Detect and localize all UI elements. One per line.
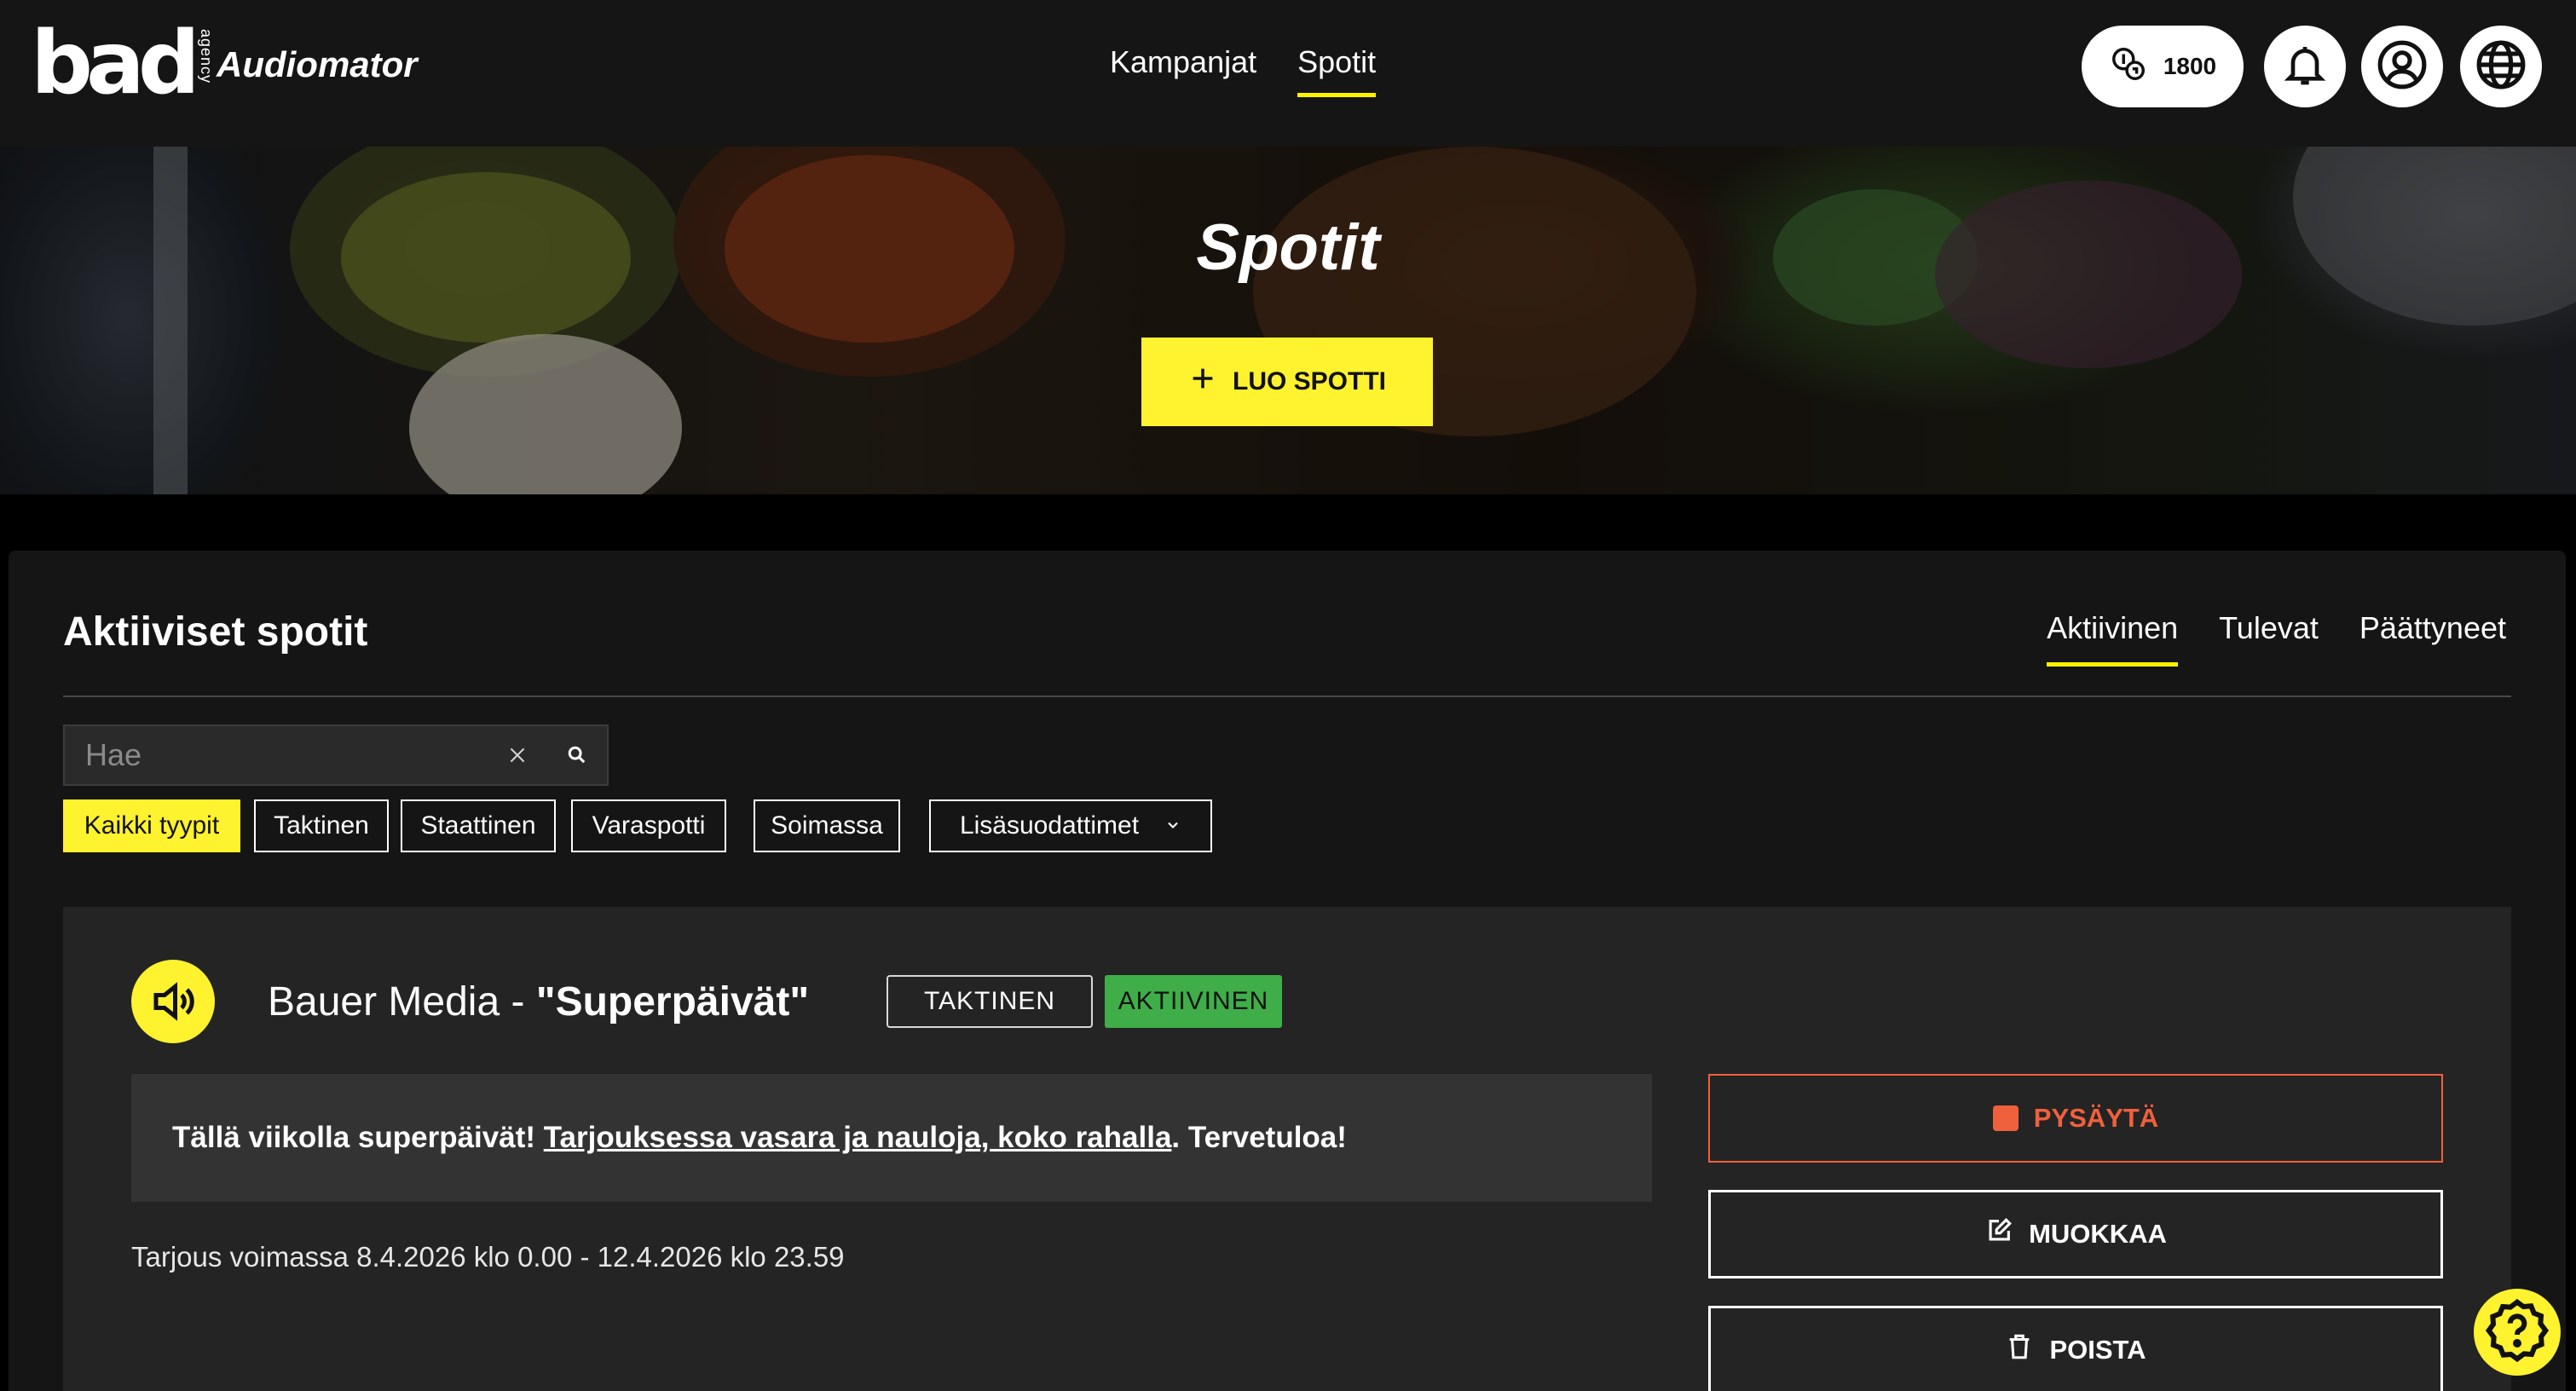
help-button[interactable] — [2474, 1289, 2561, 1376]
filter-staattinen[interactable]: Staattinen — [401, 799, 556, 852]
status-tabs: Aktiivinen Tulevat Päättyneet — [2047, 610, 2506, 667]
speaker-icon — [131, 960, 215, 1043]
search-input[interactable] — [65, 726, 488, 784]
language-button[interactable] — [2460, 26, 2542, 107]
spot-title: Bauer Media - "Superpäivät" — [268, 978, 809, 1025]
tab-aktiivinen[interactable]: Aktiivinen — [2047, 610, 2179, 667]
stop-button[interactable]: PYSÄYTÄ — [1708, 1074, 2443, 1163]
stop-icon — [1992, 1105, 2019, 1131]
app-name: Audiomator — [217, 44, 418, 84]
edit-icon — [1984, 1216, 2013, 1252]
spot-validity: Tarjous voimassa 8.4.2026 klo 0.00 - 12.… — [131, 1241, 845, 1273]
logo-wordmark: bad — [31, 13, 200, 114]
filter-kaikki-tyypit[interactable]: Kaikki tyypit — [63, 799, 240, 852]
bad-agency-logo[interactable]: bad agency — [31, 13, 215, 114]
message-suffix: . Tervetuloa! — [1171, 1121, 1347, 1154]
spot-name: "Superpäivät" — [535, 979, 810, 1024]
edit-label: MUOKKAA — [2029, 1219, 2167, 1249]
stop-label: PYSÄYTÄ — [2033, 1103, 2159, 1133]
user-icon — [2376, 38, 2429, 95]
credits-count: 1800 — [2163, 53, 2217, 79]
nav-spotit[interactable]: Spotit — [1297, 44, 1377, 97]
more-filters-dropdown[interactable]: Lisäsuodattimet — [929, 799, 1212, 852]
nav-kampanjat[interactable]: Kampanjat — [1110, 44, 1256, 97]
filter-varaspotti[interactable]: Varaspotti — [571, 799, 726, 852]
search-icon[interactable] — [547, 726, 607, 784]
spot-type-badge: TAKTINEN — [887, 975, 1093, 1028]
logo-subtext: agency — [197, 29, 215, 84]
more-filters-label: Lisäsuodattimet — [959, 811, 1140, 840]
tab-paattyneet[interactable]: Päättyneet — [2359, 610, 2506, 667]
globe-icon — [2475, 38, 2527, 95]
hero-banner: Spotit LUO SPOTTI — [0, 147, 2576, 494]
delete-label: POISTA — [2049, 1335, 2146, 1365]
help-icon — [2483, 1296, 2551, 1369]
spot-message: Tällä viikolla superpäivät! Tarjouksessa… — [131, 1074, 1652, 1202]
search-box — [63, 724, 609, 786]
spot-card: Bauer Media - "Superpäivät" TAKTINEN AKT… — [63, 907, 2511, 1391]
coins-icon — [2109, 44, 2148, 89]
trash-icon — [2005, 1332, 2034, 1368]
hero-overlay — [0, 147, 2576, 494]
panel-title: Aktiiviset spotit — [63, 609, 368, 655]
delete-button[interactable]: POISTA — [1708, 1306, 2443, 1391]
profile-button[interactable] — [2361, 26, 2443, 107]
top-navigation-bar: bad agency Audiomator Kampanjat Spotit 1… — [0, 0, 2576, 147]
main-nav: Kampanjat Spotit — [1110, 44, 1377, 97]
message-highlight: Tarjouksessa vasara ja nauloja, koko rah… — [543, 1121, 1172, 1154]
bell-icon — [2281, 41, 2329, 93]
clear-search-icon[interactable] — [488, 726, 547, 784]
tabs-divider — [63, 696, 2511, 697]
status-badge: AKTIIVINEN — [1105, 975, 1282, 1028]
spots-panel: Aktiiviset spotit Aktiivinen Tulevat Pää… — [9, 551, 2566, 1391]
edit-button[interactable]: MUOKKAA — [1708, 1190, 2443, 1278]
tab-tulevat[interactable]: Tulevat — [2219, 610, 2319, 667]
page-title: Spotit — [1196, 211, 1380, 284]
create-spot-button[interactable]: LUO SPOTTI — [1141, 338, 1433, 426]
create-spot-label: LUO SPOTTI — [1233, 367, 1386, 395]
credits-balance[interactable]: 1800 — [2082, 26, 2244, 107]
spot-advertiser: Bauer Media - — [268, 979, 536, 1024]
notifications-button[interactable] — [2264, 26, 2346, 107]
plus-icon — [1188, 364, 1217, 400]
message-prefix: Tällä viikolla superpäivät! — [172, 1121, 535, 1154]
chevron-down-icon — [1164, 811, 1181, 840]
filter-soimassa[interactable]: Soimassa — [754, 799, 900, 852]
filter-taktinen[interactable]: Taktinen — [254, 799, 389, 852]
